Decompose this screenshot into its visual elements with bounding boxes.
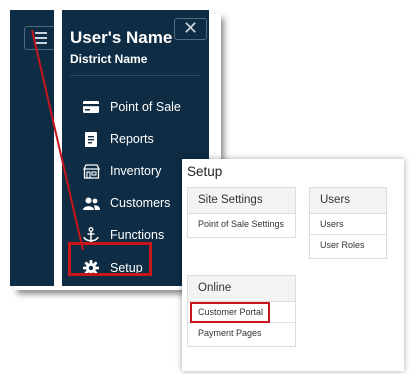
page-title: Setup [187, 164, 223, 179]
section-title: Site Settings [188, 188, 295, 214]
link-payment-pages[interactable]: Payment Pages [188, 323, 295, 343]
setup-page: Setup Site Settings Point of Sale Settin… [182, 159, 404, 371]
users-panel: Users Users User Roles [309, 187, 387, 259]
link-user-roles[interactable]: User Roles [310, 235, 386, 255]
site-settings-panel: Site Settings Point of Sale Settings [187, 187, 296, 238]
section-title: Users [310, 188, 386, 214]
customer-portal-highlight-box [190, 302, 270, 323]
link-point-of-sale-settings[interactable]: Point of Sale Settings [188, 214, 295, 234]
link-users[interactable]: Users [310, 214, 386, 235]
section-title: Online [188, 276, 295, 302]
